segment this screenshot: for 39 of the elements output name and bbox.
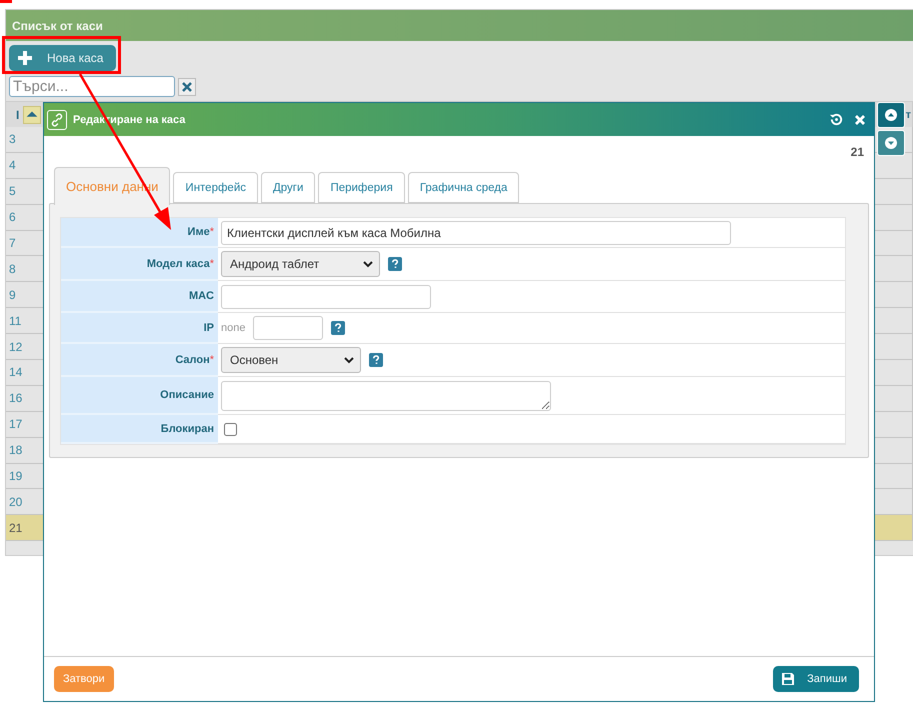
save-button[interactable]: Запиши	[773, 666, 859, 692]
field-label: Салон*	[61, 344, 218, 377]
column-label: т	[906, 108, 911, 120]
help-icon[interactable]	[388, 257, 402, 271]
caret-icon	[363, 260, 373, 268]
select-field[interactable]: Андроид таблет	[221, 251, 380, 277]
tab[interactable]: Интерфейс	[173, 172, 258, 203]
tab[interactable]: Периферия	[318, 172, 405, 203]
ip-field[interactable]	[253, 316, 324, 340]
blocked-checkbox[interactable]	[224, 422, 237, 436]
highlight-mark	[0, 0, 12, 3]
search-field[interactable]: Търси...	[9, 76, 175, 97]
field-label: Блокиран	[61, 415, 218, 444]
close-button[interactable]: Затвори	[54, 666, 114, 692]
field-label: MAC	[61, 281, 218, 313]
help-icon[interactable]	[369, 353, 383, 367]
tab[interactable]: Графична среда	[408, 172, 520, 203]
select-field[interactable]: Основен	[221, 347, 361, 373]
text-field[interactable]	[221, 284, 431, 308]
sort-icon[interactable]	[23, 106, 42, 124]
plus-icon	[17, 50, 33, 66]
field-label: Описание	[61, 377, 218, 415]
caret-icon	[344, 356, 354, 364]
field-label: Модел каса*	[61, 248, 218, 281]
tab[interactable]: Други	[261, 172, 316, 203]
field-label: IP	[61, 313, 218, 344]
text-field[interactable]: Клиентски дисплей към каса Мобилна	[221, 220, 731, 244]
page-title: Списък от каси	[6, 10, 913, 41]
scroll-up-icon[interactable]	[877, 102, 905, 128]
ip-prefix: none	[221, 322, 246, 334]
help-icon[interactable]	[331, 321, 346, 335]
description-field[interactable]	[221, 380, 551, 410]
field-label: Име*	[61, 218, 218, 248]
clear-icon[interactable]	[178, 78, 196, 96]
scroll-down-icon[interactable]	[877, 130, 905, 156]
column-label: I	[16, 108, 20, 122]
new-register-button[interactable]: Нова каса	[9, 45, 116, 71]
record-id: 21	[850, 144, 865, 159]
link-icon	[47, 110, 67, 130]
